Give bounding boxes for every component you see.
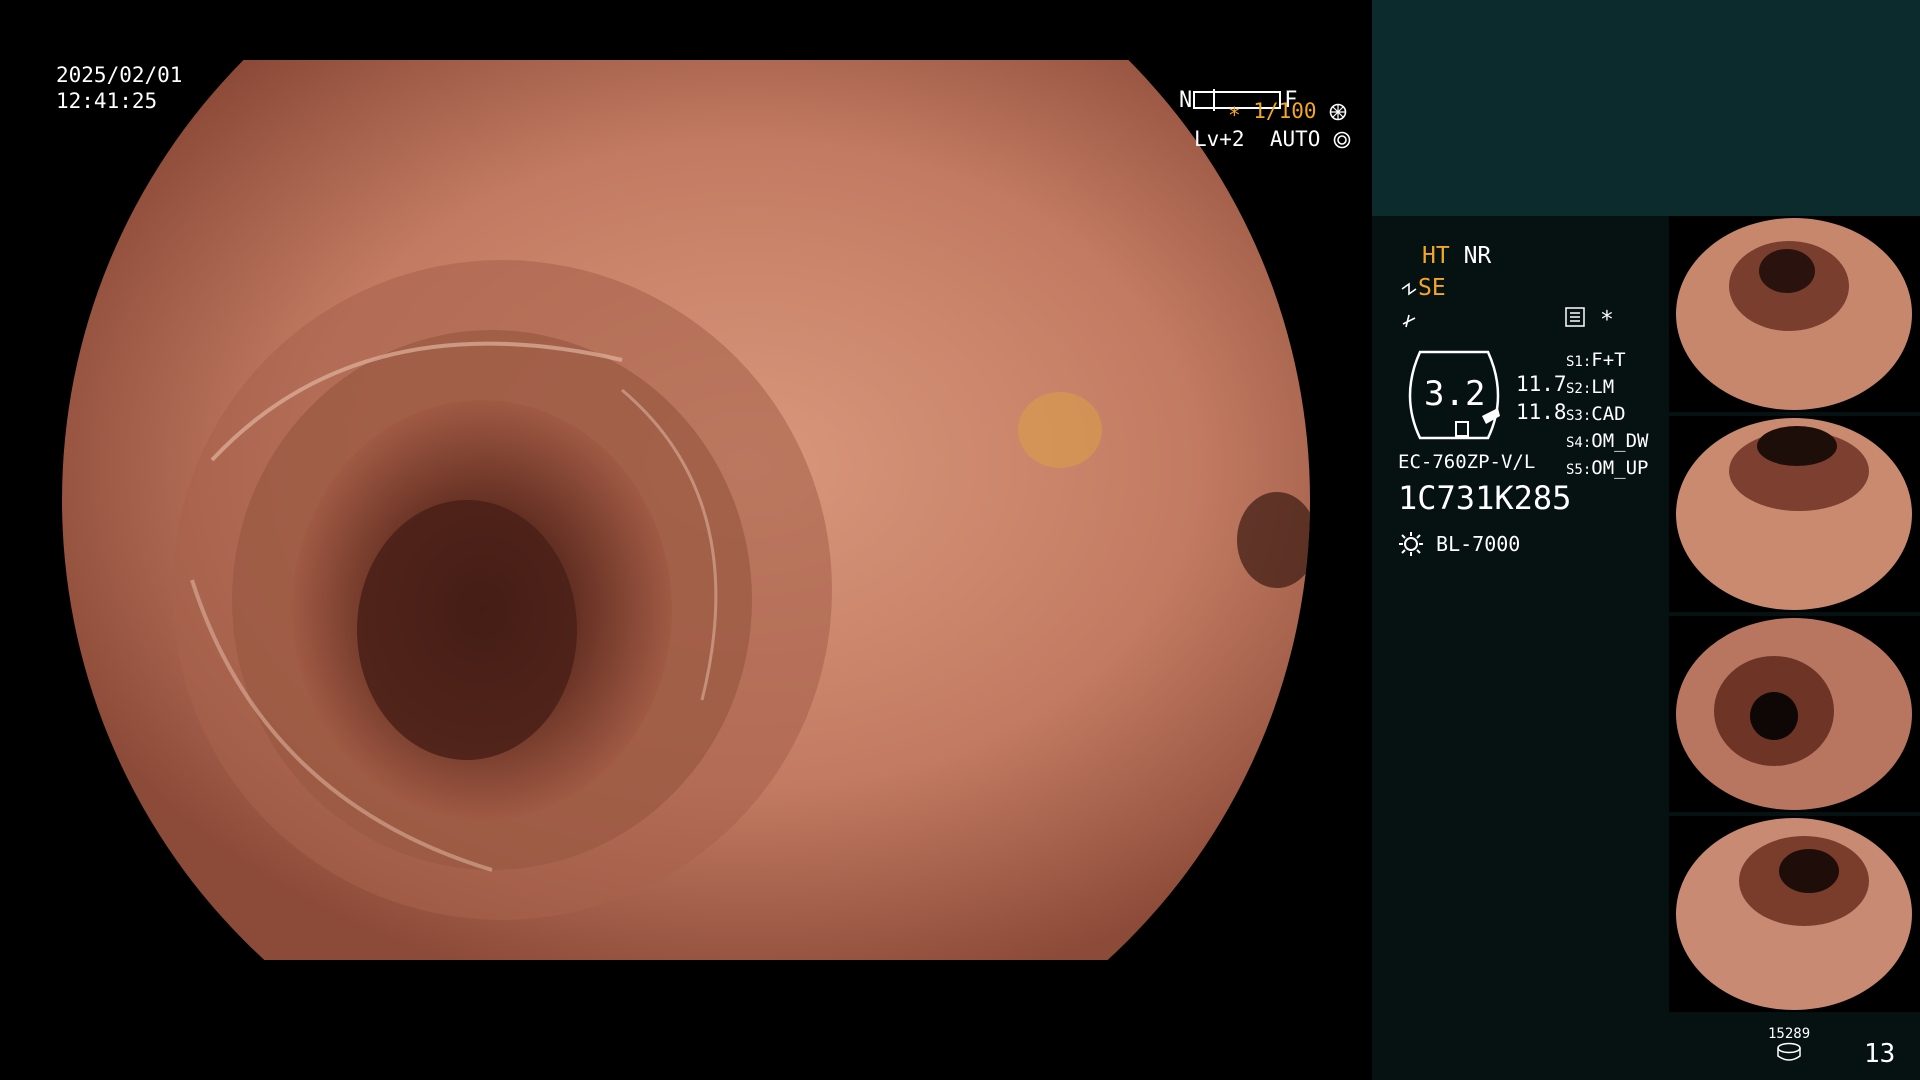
thumbnail-image	[1676, 818, 1912, 1010]
s2-value: LM	[1591, 376, 1615, 398]
exam-date: 2025/02/01	[56, 63, 183, 87]
s4-key: S4:	[1566, 435, 1592, 451]
info-panel: HT NR SE * 3.2 11.7 11.8 S1:F+T S2:LM S3…	[1372, 0, 1920, 1080]
se-label: SE	[1418, 275, 1446, 301]
metric-value-1: 11.7	[1516, 372, 1567, 396]
exam-datetime: 2025/02/01 12:41:25	[56, 62, 182, 114]
light-source-icon	[1399, 532, 1423, 556]
s1-key: S1:	[1566, 354, 1592, 370]
ht-nr-line: HT NR	[1422, 242, 1491, 270]
switch-assignments: S1:F+T S2:LM S3:CAD S4:OM_DW S5:OM_UP	[1566, 348, 1649, 483]
se-line: SE	[1400, 274, 1446, 302]
thumbnail-1[interactable]	[1669, 216, 1920, 412]
aperture-icon	[1329, 103, 1347, 121]
brightness-level: Lv+2 AUTO	[1194, 126, 1351, 152]
s5-value: OM_UP	[1591, 457, 1649, 479]
nr-label: NR	[1463, 243, 1492, 269]
near-label: N	[1178, 88, 1193, 113]
s3-key: S3:	[1566, 408, 1592, 424]
light-source-model: BL-7000	[1436, 532, 1521, 556]
thumbnail-2[interactable]	[1669, 416, 1920, 612]
asterisk-marker: *	[1600, 307, 1614, 333]
scope-serial: 1C731K285	[1398, 479, 1572, 517]
thumbnail-4[interactable]	[1669, 816, 1920, 1012]
s3-value: CAD	[1591, 403, 1626, 425]
ht-label: HT	[1422, 243, 1450, 269]
storage-icon	[1777, 1042, 1801, 1061]
endoscope-view: 2025/02/01 12:41:25 NF ∗ 1/100 Lv+2 AUTO	[0, 0, 1372, 1080]
panel-header-block	[1372, 0, 1920, 216]
settings-list-icon	[1565, 307, 1585, 327]
capture-count: 13	[1864, 1039, 1896, 1069]
thumbnail-3[interactable]	[1669, 616, 1920, 812]
s2-key: S2:	[1566, 381, 1592, 397]
thumbnail-image	[1676, 618, 1912, 810]
color-mode-icon	[1402, 314, 1416, 328]
auto-iris-icon	[1333, 131, 1351, 149]
s1-value: F+T	[1591, 349, 1626, 371]
exam-time: 12:41:25	[56, 89, 158, 113]
thumbnail-image	[1676, 418, 1912, 610]
storage-count: 15289	[1768, 1026, 1811, 1042]
thumbnail-image	[1676, 218, 1912, 410]
s5-key: S5:	[1566, 462, 1592, 478]
color-mode-icon-line	[1400, 306, 1418, 334]
scope-model: EC-760ZP-V/L	[1398, 451, 1536, 473]
endoscopic-image	[62, 0, 1310, 1080]
structure-enhance-icon	[1401, 282, 1417, 296]
shutter-speed: ∗ 1/100	[1228, 98, 1347, 124]
zoom-value: 3.2	[1424, 374, 1486, 414]
metric-value-2: 11.8	[1516, 400, 1567, 424]
s4-value: OM_DW	[1591, 430, 1649, 452]
light-source-line: BL-7000	[1398, 530, 1520, 558]
